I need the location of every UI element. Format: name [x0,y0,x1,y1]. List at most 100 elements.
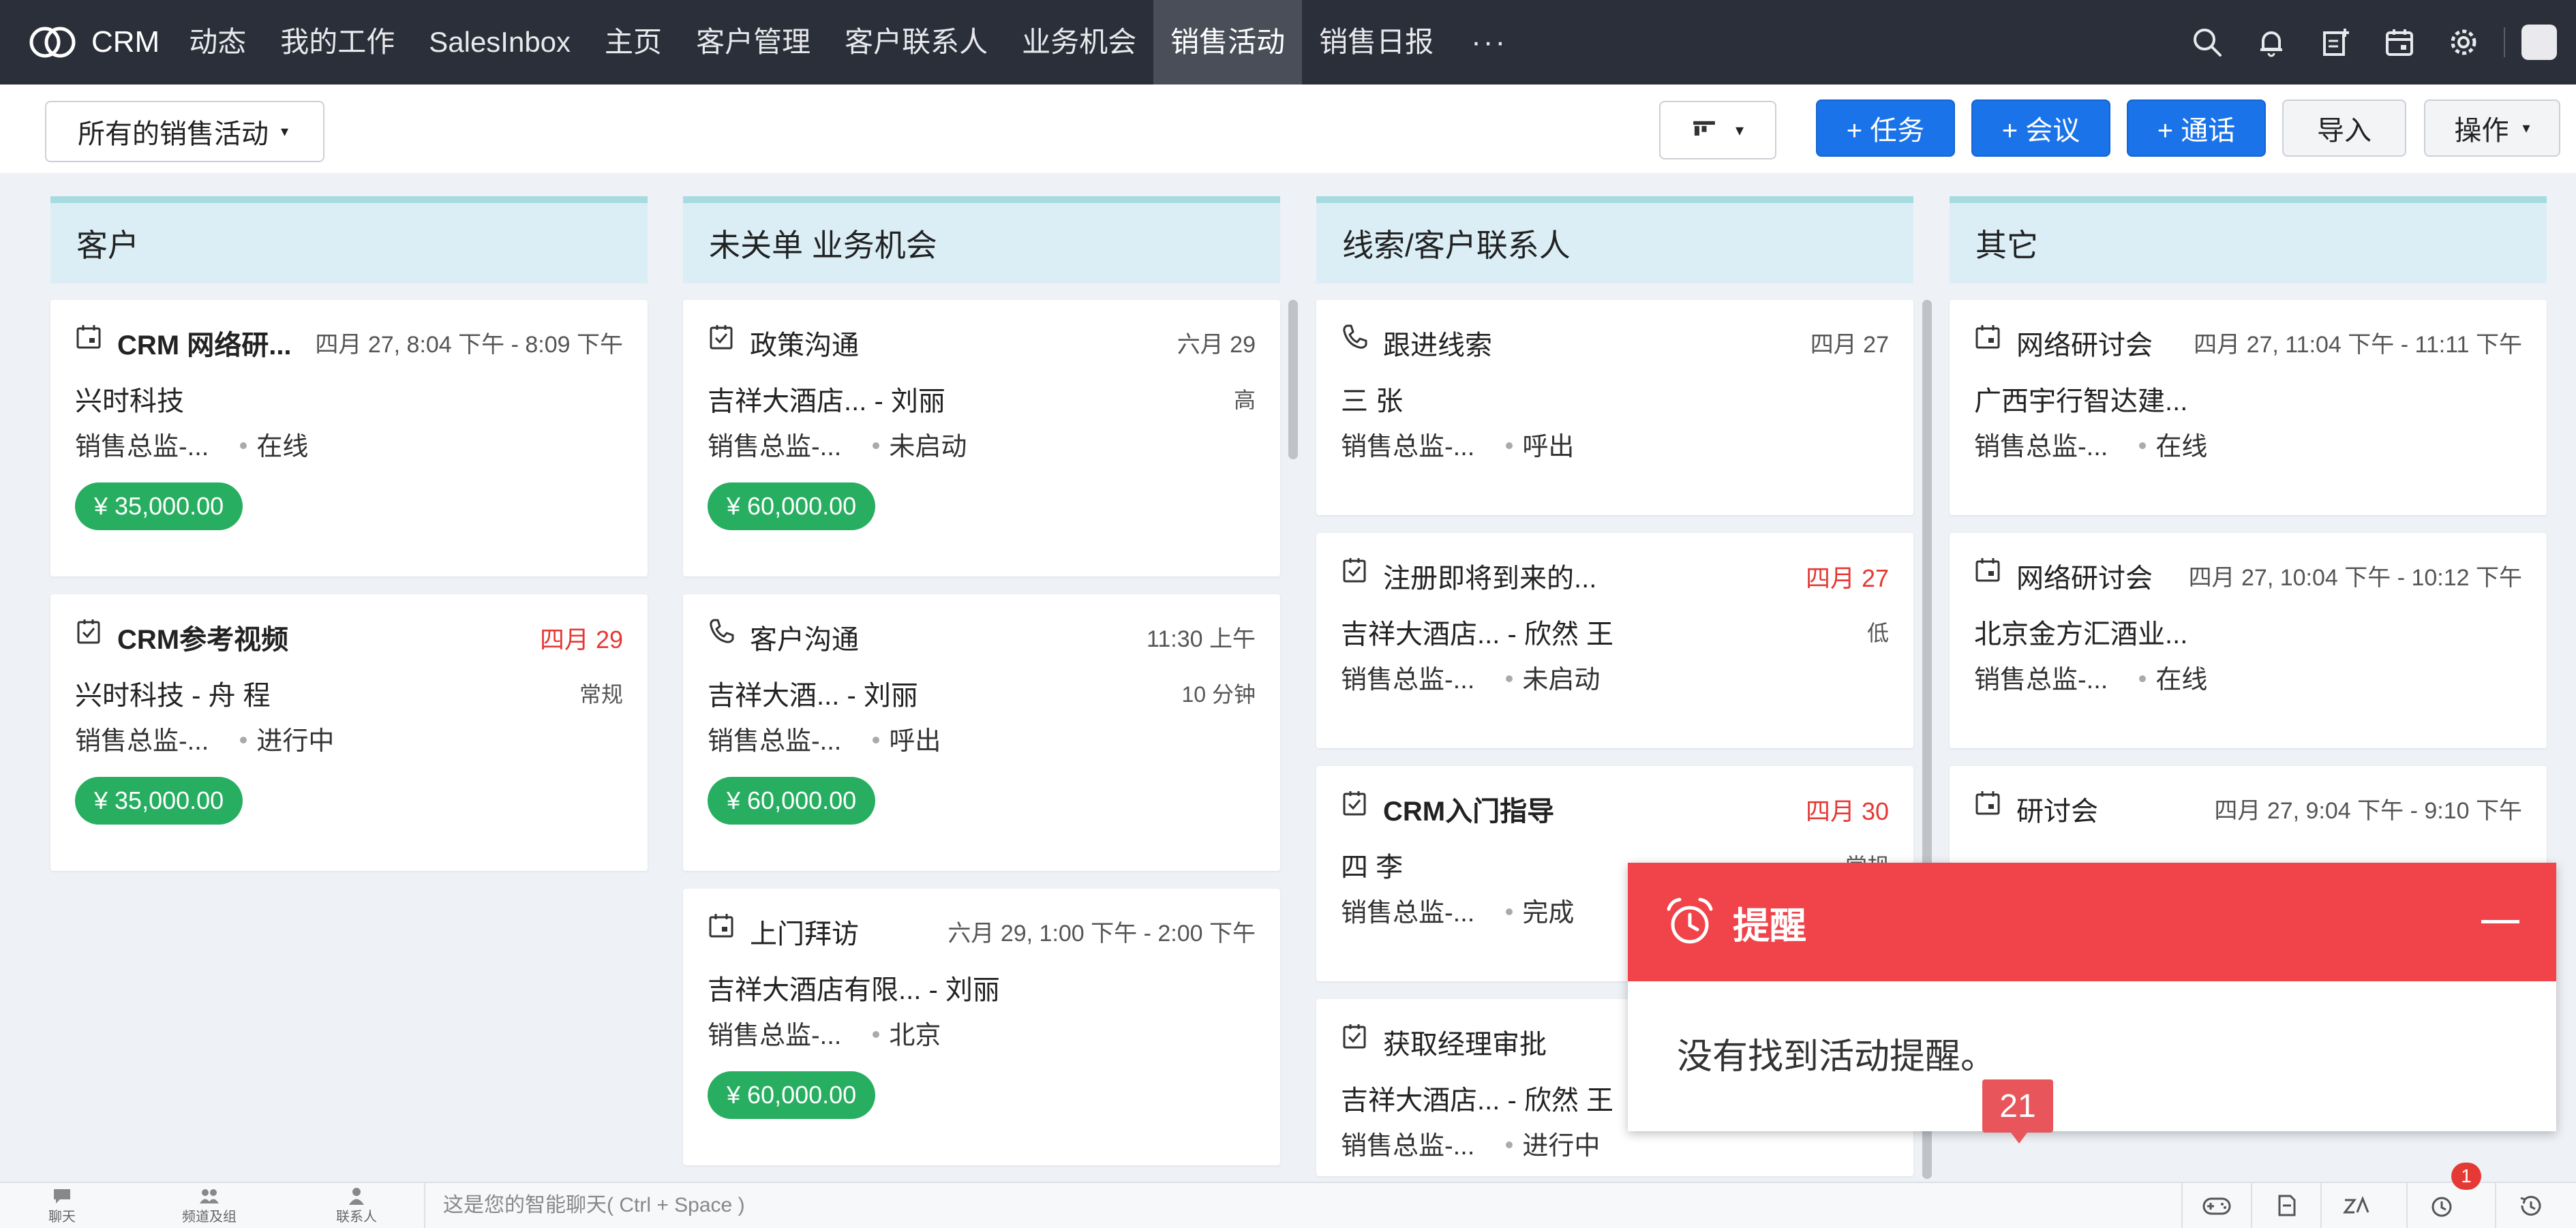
activity-title[interactable]: 政策沟通 [750,323,859,363]
nav-divider [2504,27,2505,57]
gear-icon[interactable] [2431,0,2496,85]
zia-icon[interactable] [2320,1183,2390,1228]
activity-title[interactable]: CRM参考视频 [117,617,288,657]
bell-icon[interactable] [2239,0,2303,85]
activity-priority: 常规 [579,682,623,707]
column-scrollbar[interactable] [1288,300,1298,459]
activity-card[interactable]: CRM 网络研... 四月 27, 8:04 下午 - 8:09 下午 兴时科技… [50,300,648,577]
nav-item-daily-report[interactable]: 销售日报 [1302,0,1451,85]
task-icon [1343,558,1366,583]
activity-owner: 销售总监-... [708,727,842,756]
separator-dot [1506,1141,1513,1148]
activity-related[interactable]: 广西宇行智达建... [1974,379,2187,418]
activity-related[interactable]: 北京金方汇酒业... [1974,612,2187,651]
activity-card[interactable]: 政策沟通 六月 29 吉祥大酒店... - 刘丽 高 销售总监-... 未启动 ¥… [683,300,1280,577]
history-icon[interactable] [2495,1183,2564,1228]
task-icon [77,619,100,644]
new-meeting-button[interactable]: + 会议 [1971,99,2110,157]
activity-owner: 销售总监-... [1974,433,2108,461]
minimize-button[interactable] [2481,920,2519,923]
caret-down-icon: ▾ [281,123,289,140]
activity-date: 四月 27, 9:04 下午 - 9:10 下午 [2214,798,2522,824]
activity-related[interactable]: 吉祥大酒店有限... - 刘丽 [708,968,1000,1007]
channels-tab[interactable]: 频道及组 [158,1183,260,1228]
activity-related[interactable]: 吉祥大酒... - 刘丽 [708,673,918,713]
nav-more-button[interactable]: ··· [1451,25,1528,59]
activity-status: 未启动 [1522,666,1601,694]
activity-card[interactable]: 网络研讨会 四月 27, 11:04 下午 - 11:11 下午 广西宇行智达建… [1950,300,2547,515]
activity-owner: 销售总监-... [1341,433,1475,461]
task-icon [1343,791,1366,816]
user-avatar[interactable] [2521,25,2557,60]
activity-owner-status: 销售总监-... 在线 [1974,425,2207,463]
activity-owner: 销售总监-... [1341,666,1475,694]
nav-item-deals[interactable]: 业务机会 [1005,0,1153,85]
activity-title[interactable]: 研讨会 [2016,789,2098,829]
activity-related[interactable]: 三 张 [1341,379,1403,418]
import-button[interactable]: 导入 [2282,99,2406,157]
separator-dot [873,442,880,449]
crm-logo[interactable]: CRM [26,22,160,63]
notes-icon[interactable] [2251,1183,2320,1228]
activity-card[interactable]: 注册即将到来的... 四月 27 吉祥大酒店... - 欣然 王 低 销售总监-… [1316,533,1913,748]
smart-chat-input[interactable]: 这是您的智能聊天( Ctrl + Space ) [443,1183,745,1228]
activity-title[interactable]: CRM 网络研... [117,323,292,363]
activity-card[interactable]: 网络研讨会 四月 27, 10:04 下午 - 10:12 下午 北京金方汇酒业… [1950,533,2547,748]
activity-related[interactable]: 吉祥大酒店... - 刘丽 [708,379,945,418]
search-icon[interactable] [2175,0,2239,85]
activity-title[interactable]: CRM入门指导 [1383,789,1554,829]
activity-title[interactable]: 网络研讨会 [2016,323,2153,363]
add-record-icon[interactable] [2303,0,2367,85]
reminder-header: 提醒 [1628,863,2556,981]
activity-title[interactable]: 注册即将到来的... [1383,556,1596,596]
activity-due-date: 四月 29 [539,626,623,654]
activity-card[interactable]: CRM参考视频 四月 29 兴时科技 - 舟 程 常规 销售总监-... 进行中 … [50,594,648,871]
reminder-popup: 提醒 没有找到活动提醒。 [1628,863,2556,1131]
activity-title[interactable]: 跟进线索 [1383,323,1492,363]
activity-title[interactable]: 客户沟通 [750,617,859,657]
caret-down-icon: ▾ [1735,121,1744,140]
nav-item-accounts[interactable]: 客户管理 [679,0,828,85]
nav-item-feeds[interactable]: 动态 [172,0,263,85]
nav-item-contacts[interactable]: 客户联系人 [828,0,1005,85]
activity-owner: 销售总监-... [1341,899,1475,927]
activity-status: 进行中 [256,727,335,756]
new-call-button[interactable]: + 通话 [2127,99,2266,157]
activity-time: 11:30 上午 [1146,626,1256,652]
activity-owner: 销售总监-... [708,1022,842,1050]
actions-menu-button[interactable]: 操作 ▾ [2424,99,2560,157]
activity-title[interactable]: 网络研讨会 [2016,556,2153,596]
activity-related[interactable]: 吉祥大酒店... - 欣然 王 [1341,612,1613,651]
activity-owner: 销售总监-... [75,433,209,461]
activity-status: 未启动 [889,433,967,461]
view-switcher[interactable]: ▾ [1659,101,1776,159]
activity-related[interactable]: 兴时科技 [75,379,184,418]
calendar-icon[interactable] [2367,0,2431,85]
chat-tab[interactable]: 聊天 [11,1183,113,1228]
activity-related[interactable]: 四 李 [1341,845,1403,885]
phone-icon [710,619,734,643]
amount-badge: ¥ 60,000.00 [708,1071,876,1119]
activity-card[interactable]: 上门拜访 六月 29, 1:00 下午 - 2:00 下午 吉祥大酒店有限...… [683,889,1280,1165]
activity-related[interactable]: 兴时科技 - 舟 程 [75,673,271,713]
channels-tab-label: 频道及组 [182,1209,237,1225]
activity-view-filter[interactable]: 所有的销售活动 ▾ [45,101,324,162]
activity-title[interactable]: 上门拜访 [750,912,859,951]
activity-owner-status: 销售总监-... 未启动 [708,425,967,463]
new-task-button[interactable]: + 任务 [1816,99,1955,157]
activity-card[interactable]: 客户沟通 11:30 上午 吉祥大酒... - 刘丽 10 分钟 销售总监-..… [683,594,1280,871]
activity-status: 进行中 [1522,1132,1601,1161]
separator-dot [240,442,247,449]
activity-title[interactable]: 获取经理审批 [1383,1022,1547,1062]
activity-card[interactable]: 跟进线索 四月 27 三 张 销售总监-... 呼出 [1316,300,1913,515]
contacts-tab[interactable]: 联系人 [305,1183,408,1228]
nav-item-home[interactable]: 主页 [588,0,679,85]
gamepad-icon[interactable] [2181,1183,2251,1228]
activity-owner-status: 销售总监-... 在线 [1974,658,2207,696]
activity-related[interactable]: 吉祥大酒店... - 欣然 王 [1341,1078,1613,1118]
nav-item-activities[interactable]: 销售活动 [1153,0,1303,85]
notification-badge: 1 [2451,1163,2481,1190]
nav-item-salesinbox[interactable]: SalesInbox [412,0,588,85]
nav-item-my-work[interactable]: 我的工作 [263,0,412,85]
brand-name: CRM [91,25,160,59]
